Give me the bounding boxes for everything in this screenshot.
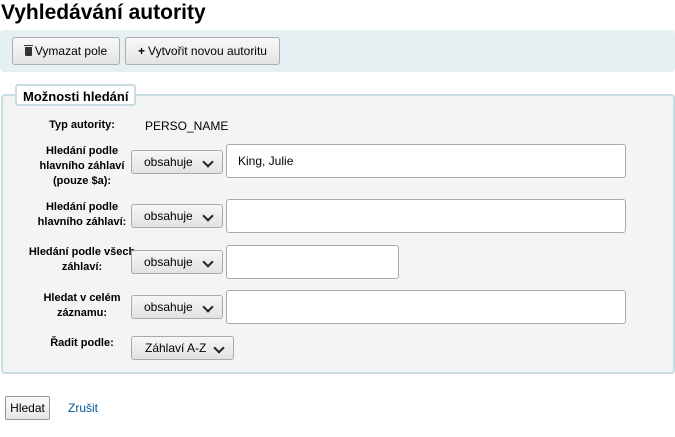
clear-fields-label: Vymazat pole — [34, 44, 108, 58]
all-headings-label: Hledání podle všech záhlaví: — [28, 246, 136, 273]
main-heading-a-label: Hledání podle hlavního záhlaví (pouze $a… — [39, 145, 125, 187]
search-options-legend: Možnosti hledání — [15, 84, 137, 106]
authority-type-value: PERSO_NAME — [145, 119, 229, 133]
sort-value: Záhlaví A-Z — [145, 341, 207, 355]
search-button[interactable]: Hledat — [5, 396, 50, 420]
sort-label: Řadit podle: — [50, 337, 114, 349]
main-heading-a-operator-select[interactable]: obsahuje — [131, 150, 223, 174]
toolbar: Vymazat pole + Vytvořit novou autoritu — [0, 30, 675, 72]
sort-select[interactable]: Záhlaví A-Z — [131, 336, 234, 360]
chevron-down-icon — [202, 256, 214, 268]
authority-type-label: Typ autority: — [49, 119, 115, 131]
entire-record-label: Hledat v celém záznamu: — [43, 292, 121, 319]
trash-icon — [23, 44, 33, 56]
chevron-down-icon — [202, 301, 214, 313]
search-options-fieldset — [1, 94, 675, 374]
all-headings-operator-select[interactable]: obsahuje — [131, 250, 223, 274]
page-title: Vyhledávání autority — [1, 1, 206, 24]
entire-record-input[interactable] — [226, 290, 626, 324]
plus-icon: + — [138, 44, 146, 58]
all-headings-input[interactable] — [226, 245, 399, 279]
main-heading-input[interactable] — [226, 199, 626, 233]
chevron-down-icon — [202, 156, 214, 168]
new-authority-label: Vytvořit novou autoritu — [148, 44, 267, 58]
main-heading-label: Hledání podle hlavního záhlaví: — [37, 201, 127, 228]
entire-record-operator-select[interactable]: obsahuje — [131, 295, 223, 319]
chevron-down-icon — [202, 210, 214, 222]
all-headings-operator-value: obsahuje — [144, 255, 193, 269]
main-heading-a-operator-value: obsahuje — [144, 155, 193, 169]
cancel-link[interactable]: Zrušit — [68, 401, 98, 415]
new-authority-button[interactable]: + Vytvořit novou autoritu — [125, 37, 280, 65]
main-heading-a-input[interactable]: King, Julie — [226, 144, 626, 178]
main-heading-operator-select[interactable]: obsahuje — [131, 204, 223, 228]
clear-fields-button[interactable]: Vymazat pole — [12, 37, 120, 65]
chevron-down-icon — [213, 342, 225, 354]
main-heading-operator-value: obsahuje — [144, 209, 193, 223]
entire-record-operator-value: obsahuje — [144, 300, 193, 314]
